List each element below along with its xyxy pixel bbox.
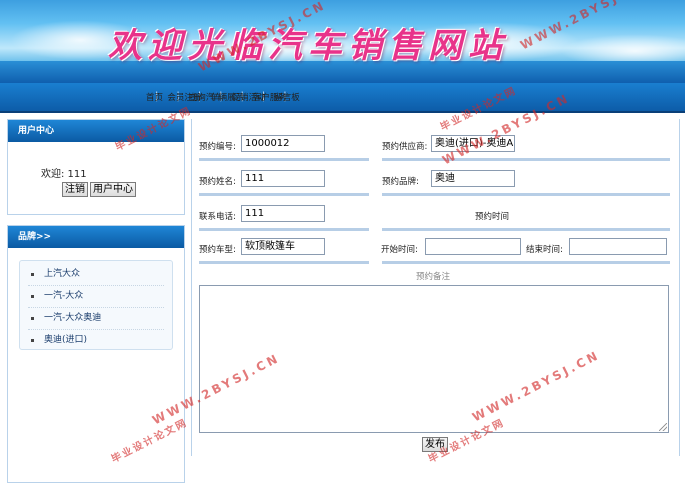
brand-label: 预约品牌: [382, 177, 419, 187]
nav-item-showcase[interactable]: 车辆展示 | [210, 91, 244, 103]
reserve-time-label: 预约时间 [475, 212, 510, 222]
end-time-field[interactable] [569, 238, 667, 255]
reservation-form: 预约编号: 1000012 预约供应商: 奥迪(进口)-奥迪A 预约姓名: 11… [191, 119, 680, 456]
order-no-field[interactable]: 1000012 [241, 135, 325, 152]
brand-panel-title: 品牌>> [8, 226, 184, 248]
model-label: 预约车型: [199, 245, 236, 255]
main-nav: 首页 | 会员注册 | 查询汽车 | 车辆展示 | 促销活动 | 客户服务 | 留言板 | [0, 83, 685, 113]
phone-label: 联系电话: [199, 212, 236, 222]
site-title: 欢迎光临汽车销售网站 [108, 26, 508, 66]
remark-textarea[interactable] [199, 285, 669, 433]
brand-panel: 品牌>> 上汽大众 一汽-大众 一汽-大众奥迪 奥迪(进口) [7, 225, 185, 483]
brand-item[interactable]: 奥迪(进口) [28, 330, 164, 351]
user-center-button[interactable]: 用户中心 [90, 182, 136, 197]
supplier-label: 预约供应商: [382, 142, 428, 152]
name-field[interactable]: 111 [241, 170, 325, 187]
nav-item-register[interactable]: 会员注册 | [167, 91, 201, 103]
nav-item-search-cars[interactable]: 查询汽车 | [189, 91, 223, 103]
brand-item[interactable]: 一汽-大众奥迪 [28, 308, 164, 330]
nav-item-label[interactable]: 留言板 [274, 91, 300, 103]
nav-item-guestbook[interactable]: 留言板 | [274, 91, 300, 103]
start-time-label: 开始时间: [381, 245, 418, 255]
nav-item-customer-service[interactable]: 客户服务 | [253, 91, 287, 103]
supplier-field[interactable]: 奥迪(进口)-奥迪A [431, 135, 515, 152]
submit-button[interactable]: 发布 [422, 437, 448, 452]
phone-field[interactable]: 111 [241, 205, 325, 222]
name-label: 预约姓名: [199, 177, 236, 187]
nav-item-home[interactable]: 首页 | [146, 91, 167, 103]
brand-field[interactable]: 奥迪 [431, 170, 515, 187]
remark-label: 预约备注 [416, 272, 451, 282]
user-center-title: 用户中心 [8, 120, 184, 142]
nav-item-label[interactable]: 首页 [146, 91, 163, 103]
start-time-field[interactable] [425, 238, 521, 255]
logout-button[interactable]: 注销 [62, 182, 88, 197]
brand-item[interactable]: 上汽大众 [28, 264, 164, 286]
model-field[interactable]: 软顶敞篷车 [241, 238, 325, 255]
user-center-panel: 用户中心 欢迎: 111 注销 用户中心 [7, 119, 185, 215]
order-no-label: 预约编号: [199, 142, 236, 152]
resize-grip-icon[interactable] [659, 423, 667, 431]
nav-item-promotions[interactable]: 促销活动 | [232, 91, 266, 103]
welcome-text: 欢迎: 111 [41, 169, 87, 180]
end-time-label: 结束时间: [526, 245, 563, 255]
site-banner: 欢迎光临汽车销售网站 [0, 0, 685, 83]
brand-list: 上汽大众 一汽-大众 一汽-大众奥迪 奥迪(进口) [19, 260, 173, 350]
brand-item[interactable]: 一汽-大众 [28, 286, 164, 308]
